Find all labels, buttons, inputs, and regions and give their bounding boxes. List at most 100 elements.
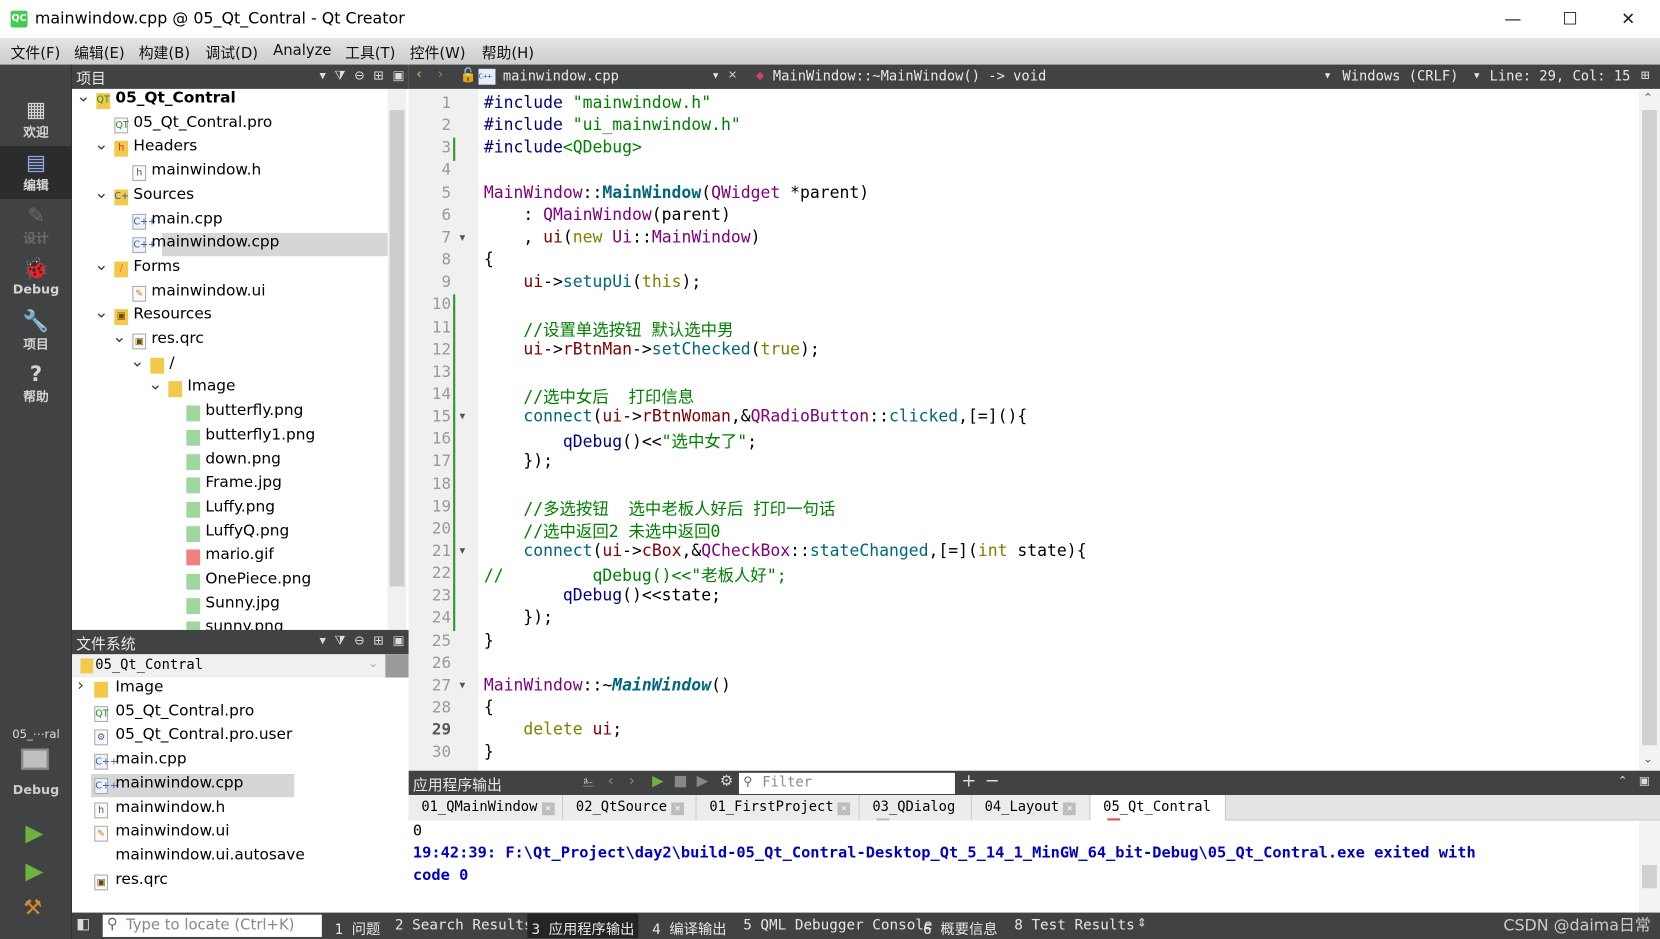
fold-arrow-icon[interactable]: ▼ xyxy=(459,546,465,557)
code-line[interactable]: : QMainWindow(parent) xyxy=(484,205,731,224)
chevron-right-icon[interactable]: › xyxy=(77,678,84,695)
output-tab[interactable]: 05_Qt_Contral✕ xyxy=(1090,795,1226,832)
fs-item[interactable]: ⚙ 05_Qt_Contral.pro.user xyxy=(72,726,409,749)
close-tab-icon[interactable]: ✕ xyxy=(1063,802,1077,816)
line-ending-combo[interactable]: Windows (CRLF) xyxy=(1342,69,1458,85)
tree-item[interactable]: butterfly1.png xyxy=(72,425,387,448)
code-line[interactable]: connect(ui->cBox,&QCheckBox::stateChange… xyxy=(484,541,1086,560)
code-line[interactable]: ui->setupUi(this); xyxy=(484,272,701,291)
dropdown-icon[interactable]: ▾ xyxy=(319,68,325,84)
output-tab[interactable]: 01_FirstProject ✕ xyxy=(696,795,860,821)
menu-item[interactable]: 构建(B) xyxy=(139,42,190,63)
mode-edit-doc[interactable]: ▤ 编辑 xyxy=(0,146,72,200)
kit-selector-label[interactable]: 05_⋯ral xyxy=(0,727,72,741)
editor-scrollbar[interactable]: ⌃ ⌄ xyxy=(1638,88,1660,771)
project-tree-scrollbar[interactable] xyxy=(387,88,407,630)
chevron-down-icon[interactable]: ⌄ xyxy=(76,89,90,106)
output-pane-button[interactable]: 5 QML Debugger Console xyxy=(743,917,932,934)
code-line[interactable]: }); xyxy=(484,608,553,627)
tree-item[interactable]: ⌄ ▣ res.qrc xyxy=(72,326,387,352)
code-line[interactable]: , ui(new Ui::MainWindow) xyxy=(484,228,760,247)
code-line[interactable]: #include "ui_mainwindow.h" xyxy=(484,116,741,135)
forward-icon[interactable]: › xyxy=(436,67,444,83)
chevron-down-icon[interactable]: ⌄ xyxy=(94,302,108,322)
code-line[interactable]: connect(ui->rBtnWoman,&QRadioButton::cli… xyxy=(484,407,1027,426)
open-file-combo[interactable]: mainwindow.cpp xyxy=(503,69,619,85)
tree-item[interactable]: ⌄ ▣ Resources xyxy=(72,302,387,328)
next-icon[interactable]: › xyxy=(629,773,635,790)
code-line[interactable]: } xyxy=(484,631,494,650)
fold-arrow-icon[interactable]: ▼ xyxy=(459,681,465,692)
code-line[interactable]: //设置单选按钮 默认选中男 xyxy=(484,317,733,340)
output-scrollbar[interactable] xyxy=(1638,820,1660,913)
symbol-combo[interactable]: MainWindow::~MainWindow() -> void xyxy=(773,69,1046,85)
tree-item[interactable]: LuffyQ.png xyxy=(72,522,387,545)
monitor-icon[interactable] xyxy=(21,748,49,770)
back-icon[interactable]: ‹ xyxy=(415,67,423,83)
output-tab[interactable]: 02_QtSource ✕ xyxy=(563,795,697,821)
tree-item[interactable]: ⌄ / xyxy=(72,350,387,376)
output-tab[interactable]: 03_QDialog✕ xyxy=(859,795,972,832)
output-tab[interactable]: 04_Layout ✕ xyxy=(971,795,1091,821)
dropdown-icon[interactable]: ▾ xyxy=(319,633,325,649)
mode-help[interactable]: ? 帮助 xyxy=(0,358,72,411)
tree-item[interactable]: OnePiece.png xyxy=(72,570,387,593)
fs-item[interactable]: ✎ mainwindow.ui xyxy=(72,822,409,845)
tree-item[interactable]: Sunny.jpg xyxy=(72,594,387,617)
code-line[interactable]: // qDebug()<<"老板人好"; xyxy=(484,563,787,586)
mode-grid[interactable]: ▦ 欢迎 xyxy=(0,93,72,146)
code-line[interactable]: #include "mainwindow.h" xyxy=(484,93,711,112)
close-tab-icon[interactable]: ✕ xyxy=(671,802,685,816)
close-tab-icon[interactable]: ✕ xyxy=(541,802,555,816)
output-tab[interactable]: 01_QMainWindow ✕ xyxy=(408,795,564,821)
toggle-sidebar-icon[interactable]: ◧ xyxy=(76,916,95,935)
chevron-down-icon[interactable]: ▾ xyxy=(711,68,719,84)
pane-chooser-icon[interactable]: ⇕ xyxy=(1137,916,1147,930)
scrollbar-thumb[interactable] xyxy=(1642,110,1657,746)
locator-input[interactable]: ⚲ Type to locate (Ctrl+K) xyxy=(102,914,322,937)
sync-link-icon[interactable] xyxy=(385,654,409,678)
zoom-out-icon[interactable]: − xyxy=(985,771,1000,792)
code-line[interactable]: } xyxy=(484,743,494,762)
code-line[interactable]: //选中返回2 未选中返回0 xyxy=(484,519,720,542)
scroll-up-icon[interactable]: ⌃ xyxy=(1643,91,1653,105)
chevron-down-icon[interactable]: ⌄ xyxy=(130,350,144,370)
output-pane-button[interactable]: 4 编译输出 xyxy=(652,917,726,938)
chevron-down-icon[interactable]: ⌄ xyxy=(94,134,108,154)
chevron-down-icon[interactable]: ⌄ xyxy=(94,182,108,202)
code-line[interactable]: #include<QDebug> xyxy=(484,138,642,157)
mode-bug[interactable]: 🐞 Debug xyxy=(0,252,72,305)
tree-item[interactable]: ⌄ QT 05_Qt_Contral xyxy=(72,89,387,112)
tree-item[interactable]: butterfly.png xyxy=(72,401,387,424)
split-icon[interactable]: ⊞ xyxy=(373,68,384,84)
tree-item[interactable]: sunny.png xyxy=(72,618,387,630)
scroll-down-icon[interactable]: ⌄ xyxy=(1643,752,1653,766)
rerun-icon[interactable]: ▶ xyxy=(652,773,663,790)
menu-item[interactable]: 编辑(E) xyxy=(74,42,125,63)
fold-arrow-icon[interactable]: ▼ xyxy=(459,233,465,244)
tree-item[interactable]: ⌄ / Forms xyxy=(72,254,387,280)
output-filter-input[interactable]: ⚲ Filter xyxy=(738,772,955,795)
code-line[interactable]: //选中女后 打印信息 xyxy=(484,384,694,407)
link-icon[interactable]: ⊖ xyxy=(354,633,365,649)
tree-item[interactable]: ⌄ h Headers xyxy=(72,134,387,160)
tree-item[interactable]: C++ mainwindow.cpp xyxy=(72,233,387,256)
prev-icon[interactable]: ‹ xyxy=(608,773,614,790)
code-line[interactable]: qDebug()<<"选中女了"; xyxy=(484,429,757,452)
zoom-in-icon[interactable]: + xyxy=(961,771,976,792)
code-line[interactable]: MainWindow::MainWindow(QWidget *parent) xyxy=(484,183,869,202)
maximize-pane-icon[interactable]: ⌃ xyxy=(1618,774,1628,788)
mode-wrench[interactable]: 🔧 项目 xyxy=(0,305,72,358)
chevron-down-icon[interactable]: ▾ xyxy=(1323,68,1331,84)
close-panel-icon[interactable]: ▣ xyxy=(392,68,404,84)
fs-item[interactable]: C++ mainwindow.cpp xyxy=(72,774,409,797)
fs-item[interactable]: C++ main.cpp xyxy=(72,750,409,773)
tree-item[interactable]: ✎ mainwindow.ui xyxy=(72,281,387,304)
close-panel-icon[interactable]: ▣ xyxy=(392,633,404,649)
chevron-down-icon[interactable]: ⌄ xyxy=(94,254,108,274)
tree-item[interactable]: C++ main.cpp xyxy=(72,209,387,232)
attach-debugger-icon[interactable]: ▶ xyxy=(697,773,708,790)
code-line[interactable]: }); xyxy=(484,451,553,470)
output-pane-button[interactable]: 6 概要信息 xyxy=(923,917,997,938)
settings-gear-icon[interactable]: ⚙ xyxy=(720,773,733,790)
